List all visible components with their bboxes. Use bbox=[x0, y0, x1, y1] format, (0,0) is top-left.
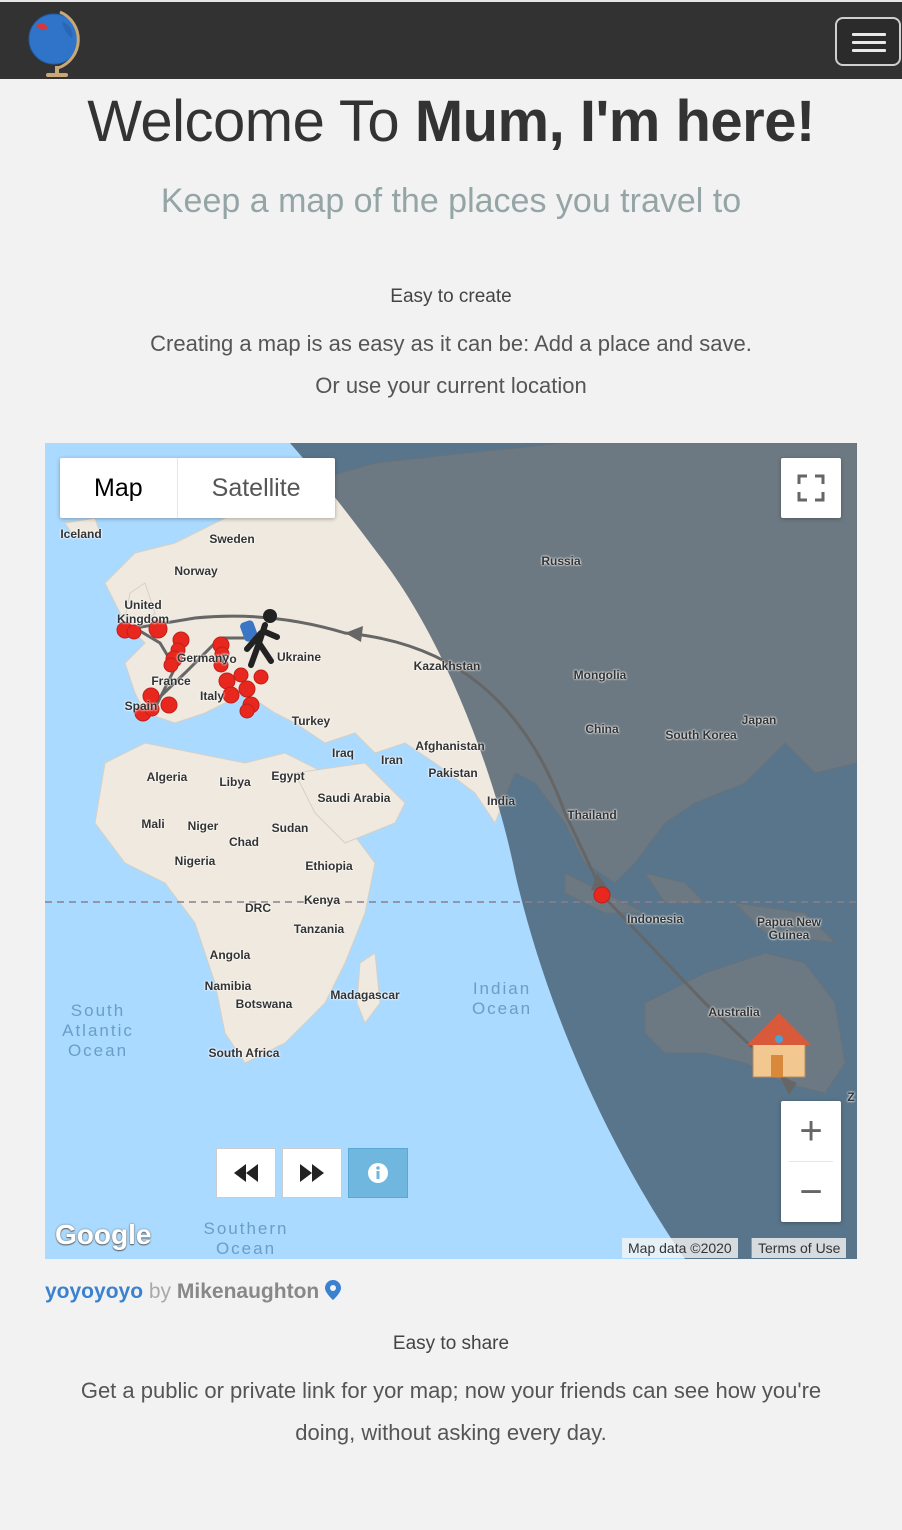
ocean-label: Indian Ocean bbox=[471, 979, 533, 1018]
map-label: South Korea bbox=[665, 728, 737, 742]
info-button[interactable] bbox=[348, 1148, 408, 1198]
map-label: France bbox=[151, 674, 191, 688]
rewind-button[interactable] bbox=[216, 1148, 276, 1198]
globe-logo-icon[interactable] bbox=[22, 8, 92, 80]
map-label: Ethiopia bbox=[305, 859, 353, 873]
map-label: Niger bbox=[187, 819, 219, 833]
ocean-label: Southern Ocean bbox=[203, 1219, 289, 1258]
feature-create-text-1: Creating a map is as easy as it can be: … bbox=[150, 331, 752, 356]
map-label: Germany bbox=[176, 651, 230, 665]
map-label: Afghanistan bbox=[415, 739, 485, 753]
map-label: Norway bbox=[174, 564, 218, 578]
map-label: Turkey bbox=[291, 714, 331, 728]
map-label: China bbox=[585, 722, 619, 736]
map-label: Kingdom bbox=[117, 612, 169, 626]
fast-forward-icon bbox=[300, 1164, 324, 1182]
page-title: Welcome To Mum, I'm here! bbox=[87, 89, 815, 154]
brand-name: Mum, I'm here! bbox=[414, 89, 815, 154]
map-label: Kenya bbox=[303, 893, 341, 907]
map-label: Libya bbox=[219, 775, 251, 789]
feature-share-title: Easy to share bbox=[392, 1333, 510, 1354]
map-label: Pakistan bbox=[428, 766, 478, 780]
map-label: Egypt bbox=[271, 769, 305, 783]
map-label: United bbox=[124, 598, 162, 612]
map-label: Angola bbox=[209, 948, 251, 962]
map-label: Guinea bbox=[768, 928, 810, 942]
map-label: Saudi Arabia bbox=[317, 791, 391, 805]
map-label: Iceland bbox=[60, 527, 102, 541]
map-label: Russia bbox=[541, 554, 581, 568]
map-label: Mali bbox=[141, 817, 165, 831]
map-label: Thailand bbox=[567, 808, 617, 822]
google-logo: Google bbox=[55, 1219, 152, 1250]
info-icon bbox=[368, 1163, 388, 1183]
map-label: Sweden bbox=[209, 532, 255, 546]
map-label: Botswana bbox=[235, 997, 293, 1011]
fullscreen-button[interactable] bbox=[781, 458, 841, 518]
travel-map[interactable]: Iceland Sweden Norway United Kingdom Rus… bbox=[45, 443, 857, 1259]
map-label: Namibia bbox=[204, 979, 252, 993]
map-label: Iraq bbox=[331, 746, 355, 760]
map-label: Papua New bbox=[756, 915, 822, 929]
feature-share-text: Get a public or private link for yor map… bbox=[80, 1378, 822, 1445]
map-meta: yoyoyoyo by Mikenaughton bbox=[45, 1280, 342, 1304]
zoom-in-button[interactable]: + bbox=[781, 1101, 841, 1161]
map-label: Nigeria bbox=[174, 854, 216, 868]
map-label: DRC bbox=[245, 901, 271, 915]
map-label: Sudan bbox=[271, 821, 309, 835]
map-label: Madagascar bbox=[330, 988, 400, 1002]
rewind-icon bbox=[234, 1164, 258, 1182]
by-label: by bbox=[148, 1280, 172, 1303]
map-label: South Africa bbox=[208, 1046, 280, 1060]
map-pin-icon[interactable] bbox=[325, 1280, 342, 1300]
author-link[interactable]: Mikenaughton bbox=[177, 1280, 319, 1303]
fast-forward-button[interactable] bbox=[282, 1148, 342, 1198]
map-label: Tanzania bbox=[293, 922, 345, 936]
map-label: Indonesia bbox=[626, 912, 684, 926]
zoom-out-button[interactable]: − bbox=[781, 1162, 841, 1222]
map-label: Ukraine bbox=[276, 650, 322, 664]
fullscreen-icon bbox=[797, 474, 825, 502]
page-subtitle: Keep a map of the places you travel to bbox=[160, 182, 742, 220]
map-label: Japan bbox=[741, 713, 777, 727]
map-label: Kazakhstan bbox=[413, 659, 481, 673]
ocean-label: South Atlantic Ocean bbox=[62, 1001, 134, 1060]
map-type-control: Map Satellite bbox=[60, 458, 335, 518]
map-label: Algeria bbox=[146, 770, 188, 784]
map-label: Iran bbox=[380, 753, 404, 767]
map-label: Spain bbox=[124, 699, 158, 713]
menu-toggle-button[interactable] bbox=[835, 17, 901, 66]
map-label: Chad bbox=[229, 835, 259, 849]
hamburger-menu-icon bbox=[852, 33, 886, 36]
map-label: Mongolia bbox=[573, 668, 627, 682]
map-label: Italy bbox=[199, 689, 225, 703]
terms-of-use-link[interactable]: Terms of Use bbox=[751, 1238, 847, 1258]
map-canvas[interactable] bbox=[45, 443, 857, 1259]
feature-create-title: Easy to create bbox=[390, 286, 512, 307]
map-label: India bbox=[486, 794, 516, 808]
navbar bbox=[0, 0, 902, 79]
map-type-satellite-button[interactable]: Satellite bbox=[178, 458, 335, 518]
map-label: Australia bbox=[708, 1005, 760, 1019]
map-label: Z bbox=[847, 1090, 855, 1104]
feature-create-text-2: Or use your current location bbox=[315, 373, 587, 398]
map-type-map-button[interactable]: Map bbox=[60, 458, 178, 518]
zoom-control: + − bbox=[781, 1101, 841, 1222]
map-attribution: Map data ©2020 bbox=[622, 1238, 738, 1258]
map-name-link[interactable]: yoyoyoyo bbox=[45, 1280, 143, 1303]
